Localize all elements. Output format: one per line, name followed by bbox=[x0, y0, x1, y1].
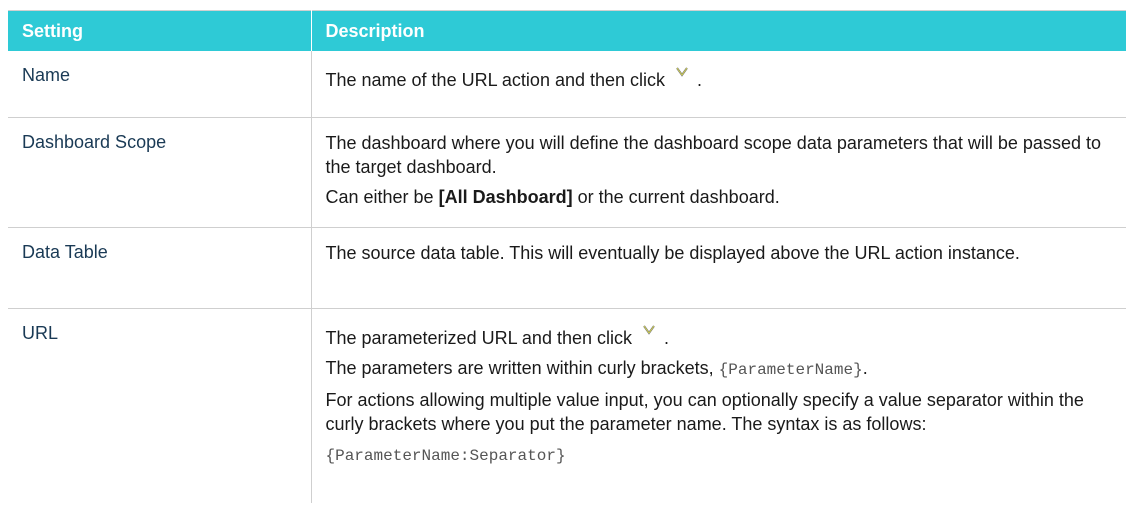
table-row-name: Name The name of the URL action and then… bbox=[8, 51, 1126, 118]
table-row-data-table: Data Table The source data table. This w… bbox=[8, 227, 1126, 309]
setting-url: URL bbox=[8, 308, 312, 503]
description-paragraph: Can either be [All Dashboard] or the cur… bbox=[325, 187, 780, 207]
header-description: Description bbox=[311, 10, 1126, 51]
settings-table: Setting Description Name The name of the… bbox=[8, 10, 1126, 503]
description-paragraph: The parameters are written within curly … bbox=[325, 358, 868, 379]
description-data-table: The source data table. This will eventua… bbox=[311, 227, 1126, 309]
description-paragraph: The parameterized URL and then click. bbox=[326, 315, 1113, 350]
check-icon bbox=[643, 325, 655, 335]
description-paragraph: The source data table. This will eventua… bbox=[325, 243, 1020, 263]
table-header-row: Setting Description bbox=[8, 10, 1126, 51]
description-paragraph: The name of the URL action and then clic… bbox=[326, 57, 1113, 92]
setting-dashboard-scope: Dashboard Scope bbox=[8, 117, 312, 228]
description-paragraph: For actions allowing multiple value inpu… bbox=[325, 390, 1084, 434]
check-icon bbox=[676, 67, 688, 77]
description-dashboard-scope: The dashboard where you will define the … bbox=[311, 117, 1126, 228]
table-row-dashboard-scope: Dashboard Scope The dashboard where you … bbox=[8, 117, 1126, 228]
table-row-url: URL The parameterized URL and then click… bbox=[8, 308, 1126, 504]
description-url: The parameterized URL and then click. Th… bbox=[311, 309, 1126, 504]
header-setting: Setting bbox=[8, 10, 312, 51]
description-paragraph: {ParameterName:Separator} bbox=[326, 442, 1113, 468]
setting-data-table: Data Table bbox=[8, 227, 312, 309]
code-parameter-name: {ParameterName} bbox=[718, 361, 863, 379]
code-syntax: {ParameterName:Separator} bbox=[325, 447, 566, 465]
description-paragraph: The dashboard where you will define the … bbox=[325, 133, 1101, 177]
description-name: The name of the URL action and then clic… bbox=[311, 51, 1126, 118]
all-dashboard-term: [All Dashboard] bbox=[438, 187, 573, 207]
setting-name: Name bbox=[8, 51, 312, 118]
